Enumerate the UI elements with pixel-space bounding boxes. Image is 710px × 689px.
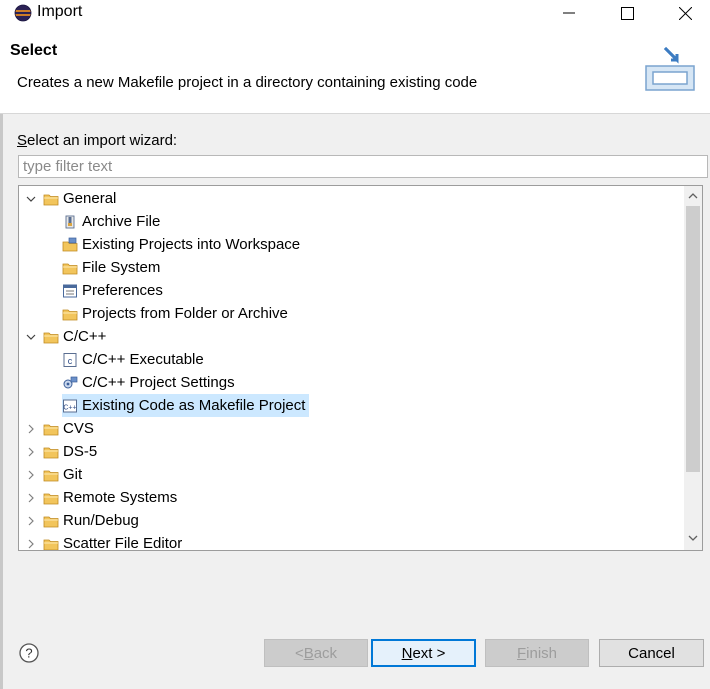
- makefile-project-icon: C++: [63, 399, 77, 412]
- archive-icon: [65, 215, 75, 228]
- tree-item[interactable]: Existing Projects into Workspace: [62, 233, 304, 256]
- tree-item-label: C/C++ Executable: [82, 351, 204, 368]
- folder-icon: [43, 424, 59, 435]
- tree-item-label: Existing Projects into Workspace: [82, 236, 301, 253]
- tree-item-label: DS-5: [63, 443, 98, 460]
- vertical-scrollbar[interactable]: [684, 186, 702, 550]
- tree-item[interactable]: Preferences: [62, 279, 167, 302]
- tree-category[interactable]: C/C++: [43, 325, 110, 348]
- expand-right-icon[interactable]: [25, 538, 37, 550]
- expand-right-icon[interactable]: [25, 492, 37, 504]
- title-bar: Import: [0, 0, 710, 28]
- folder-icon: [62, 309, 78, 320]
- folder-icon: [43, 516, 59, 527]
- expand-right-icon[interactable]: [25, 515, 37, 527]
- scrollbar-thumb[interactable]: [686, 206, 700, 472]
- page-description: Creates a new Makefile project in a dire…: [17, 74, 478, 91]
- tree-item-label: File System: [82, 259, 161, 276]
- tree-item-label: CVS: [63, 420, 94, 437]
- help-icon[interactable]: ?: [19, 643, 39, 663]
- tree-item[interactable]: Projects from Folder or Archive: [62, 302, 292, 325]
- expand-right-icon[interactable]: [25, 469, 37, 481]
- tree-item[interactable]: c C/C++ Executable: [62, 348, 208, 371]
- minimize-button[interactable]: [540, 0, 598, 26]
- wizard-header: Select Creates a new Makefile project in…: [0, 28, 710, 114]
- expand-down-icon[interactable]: [25, 193, 37, 205]
- preferences-icon: [63, 284, 77, 297]
- tree-item-label: Existing Code as Makefile Project: [82, 397, 306, 414]
- close-icon: [678, 6, 692, 20]
- filter-input[interactable]: [18, 155, 708, 178]
- tree-item-label: Git: [63, 466, 83, 483]
- svg-text:C++: C++: [63, 404, 76, 411]
- folder-icon: [43, 493, 59, 504]
- projects-icon: [62, 237, 78, 251]
- finish-button[interactable]: Finish: [485, 639, 589, 667]
- svg-text:c: c: [68, 356, 73, 366]
- minimize-icon: [563, 12, 575, 14]
- project-settings-icon: [63, 376, 78, 388]
- import-banner-icon: [645, 46, 695, 91]
- window-edge: [0, 114, 3, 689]
- tree-item-label: General: [63, 190, 117, 207]
- c-executable-icon: c: [63, 352, 77, 367]
- tree-item-label: Projects from Folder or Archive: [82, 305, 288, 322]
- tree-category[interactable]: Remote Systems: [43, 486, 181, 509]
- cancel-button[interactable]: Cancel: [599, 639, 704, 667]
- wizard-body: Select an import wizard: General Archive …: [0, 114, 710, 689]
- svg-text:?: ?: [25, 646, 32, 661]
- maximize-button[interactable]: [598, 0, 656, 26]
- folder-icon: [43, 194, 59, 205]
- tree-item-label: Scatter File Editor: [63, 535, 183, 551]
- tree-item[interactable]: C/C++ Project Settings: [62, 371, 239, 394]
- tree-item-label: Archive File: [82, 213, 161, 230]
- folder-icon: [43, 447, 59, 458]
- tree-item[interactable]: C++ Existing Code as Makefile Project: [62, 394, 310, 417]
- expand-right-icon[interactable]: [25, 423, 37, 435]
- page-title: Select: [10, 42, 58, 59]
- folder-icon: [62, 263, 78, 274]
- tree-category[interactable]: General: [43, 187, 120, 210]
- tree-category[interactable]: Scatter File Editor: [43, 532, 186, 551]
- tree-item[interactable]: File System: [62, 256, 164, 279]
- maximize-icon: [620, 6, 634, 20]
- tree-category[interactable]: Run/Debug: [43, 509, 143, 532]
- tree-category[interactable]: CVS: [43, 417, 98, 440]
- next-button[interactable]: Next >: [371, 639, 476, 667]
- expand-right-icon[interactable]: [25, 446, 37, 458]
- tree-item[interactable]: Archive File: [62, 210, 164, 233]
- tree-category[interactable]: DS-5: [43, 440, 101, 463]
- scroll-down-icon[interactable]: [686, 530, 700, 546]
- tree-category[interactable]: Git: [43, 463, 86, 486]
- folder-icon: [43, 539, 59, 550]
- tree-item-label: Preferences: [82, 282, 163, 299]
- folder-icon: [43, 332, 59, 343]
- eclipse-icon: [14, 4, 32, 22]
- tree-item-label: C/C++ Project Settings: [82, 374, 235, 391]
- scroll-up-icon[interactable]: [686, 188, 700, 204]
- close-button[interactable]: [656, 0, 710, 26]
- tree-item-label: Remote Systems: [63, 489, 178, 506]
- wizard-tree[interactable]: General Archive File Existing Projects int…: [18, 185, 703, 551]
- folder-icon: [43, 470, 59, 481]
- tree-item-label: C/C++: [63, 328, 107, 345]
- expand-down-icon[interactable]: [25, 331, 37, 343]
- back-button[interactable]: < Back: [264, 639, 368, 667]
- window-title: Import: [37, 3, 83, 20]
- tree-item-label: Run/Debug: [63, 512, 139, 529]
- wizard-select-label: Select an import wizard:: [17, 132, 178, 149]
